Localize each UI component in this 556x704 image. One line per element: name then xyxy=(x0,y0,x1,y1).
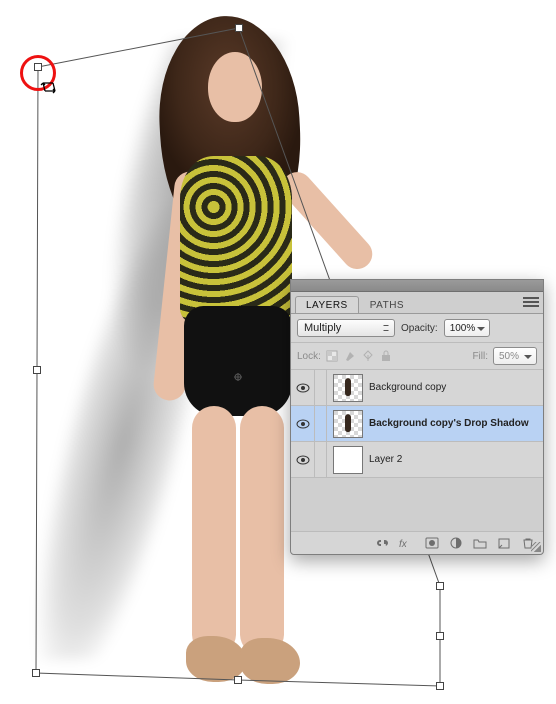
layer-thumbnail[interactable] xyxy=(333,446,363,474)
layer-thumbnail[interactable] xyxy=(333,410,363,438)
layer-row-bg-copy-shadow[interactable]: Background copy's Drop Shadow xyxy=(291,406,543,442)
opacity-label: Opacity: xyxy=(401,323,438,334)
lock-transparent-icon[interactable] xyxy=(326,350,338,362)
transform-handle-bm[interactable] xyxy=(234,676,242,684)
layer-visibility-toggle[interactable] xyxy=(291,442,315,477)
layer-visibility-toggle[interactable] xyxy=(291,370,315,405)
layers-list: Background copy Background copy's Drop Sh… xyxy=(291,370,543,478)
lock-label: Lock: xyxy=(297,351,321,362)
tab-layers[interactable]: LAYERS xyxy=(295,296,359,313)
panel-menu-button[interactable] xyxy=(523,295,539,309)
transform-handle-mr[interactable] xyxy=(436,632,444,640)
layer-fx-icon[interactable]: fx xyxy=(399,537,415,549)
link-layers-icon[interactable] xyxy=(375,537,389,549)
layer-link-column xyxy=(315,442,327,477)
red-circle-annotation xyxy=(20,55,56,91)
transform-handle-bl[interactable] xyxy=(32,669,40,677)
layers-panel[interactable]: LAYERS PATHS Multiply Opacity: 100% Lock… xyxy=(290,279,544,555)
layer-options-row: Multiply Opacity: 100% xyxy=(291,314,543,343)
transform-handle-tl[interactable] xyxy=(34,63,42,71)
layer-row-bg-copy[interactable]: Background copy xyxy=(291,370,543,406)
layer-visibility-toggle[interactable] xyxy=(291,406,315,441)
layer-group-icon[interactable] xyxy=(473,537,487,549)
blend-mode-select[interactable]: Multiply xyxy=(297,319,395,337)
lock-row: Lock: Fill: 50% xyxy=(291,343,543,370)
layer-name[interactable]: Background copy xyxy=(369,382,543,393)
tab-paths[interactable]: PATHS xyxy=(359,296,415,313)
transform-handle-tm[interactable] xyxy=(235,24,243,32)
layer-link-column xyxy=(315,370,327,405)
lock-icons[interactable] xyxy=(326,350,392,362)
layer-link-column xyxy=(315,406,327,441)
fill-label: Fill: xyxy=(472,351,488,362)
fill-field[interactable]: 50% xyxy=(493,347,537,365)
layer-name[interactable]: Layer 2 xyxy=(369,454,543,465)
svg-text:fx: fx xyxy=(399,539,408,549)
layer-thumbnail[interactable] xyxy=(333,374,363,402)
panel-tabs: LAYERS PATHS xyxy=(291,292,543,314)
lock-position-icon[interactable] xyxy=(362,350,374,362)
new-layer-icon[interactable] xyxy=(497,537,511,549)
lock-pixels-icon[interactable] xyxy=(344,350,356,362)
adjustment-layer-icon[interactable] xyxy=(449,537,463,549)
transform-handle-ml[interactable] xyxy=(33,366,41,374)
add-mask-icon[interactable] xyxy=(425,537,439,549)
layer-row-layer-2[interactable]: Layer 2 xyxy=(291,442,543,478)
panel-titlebar[interactable] xyxy=(291,280,543,292)
lock-all-icon[interactable] xyxy=(380,350,392,362)
transform-handle-tr[interactable] xyxy=(436,582,444,590)
layers-empty-area[interactable] xyxy=(291,478,543,532)
panel-resize-grip[interactable] xyxy=(531,542,541,552)
panel-footer: fx xyxy=(291,532,543,554)
transform-handle-br[interactable] xyxy=(436,682,444,690)
opacity-field[interactable]: 100% xyxy=(444,319,491,337)
layer-name[interactable]: Background copy's Drop Shadow xyxy=(369,418,543,429)
